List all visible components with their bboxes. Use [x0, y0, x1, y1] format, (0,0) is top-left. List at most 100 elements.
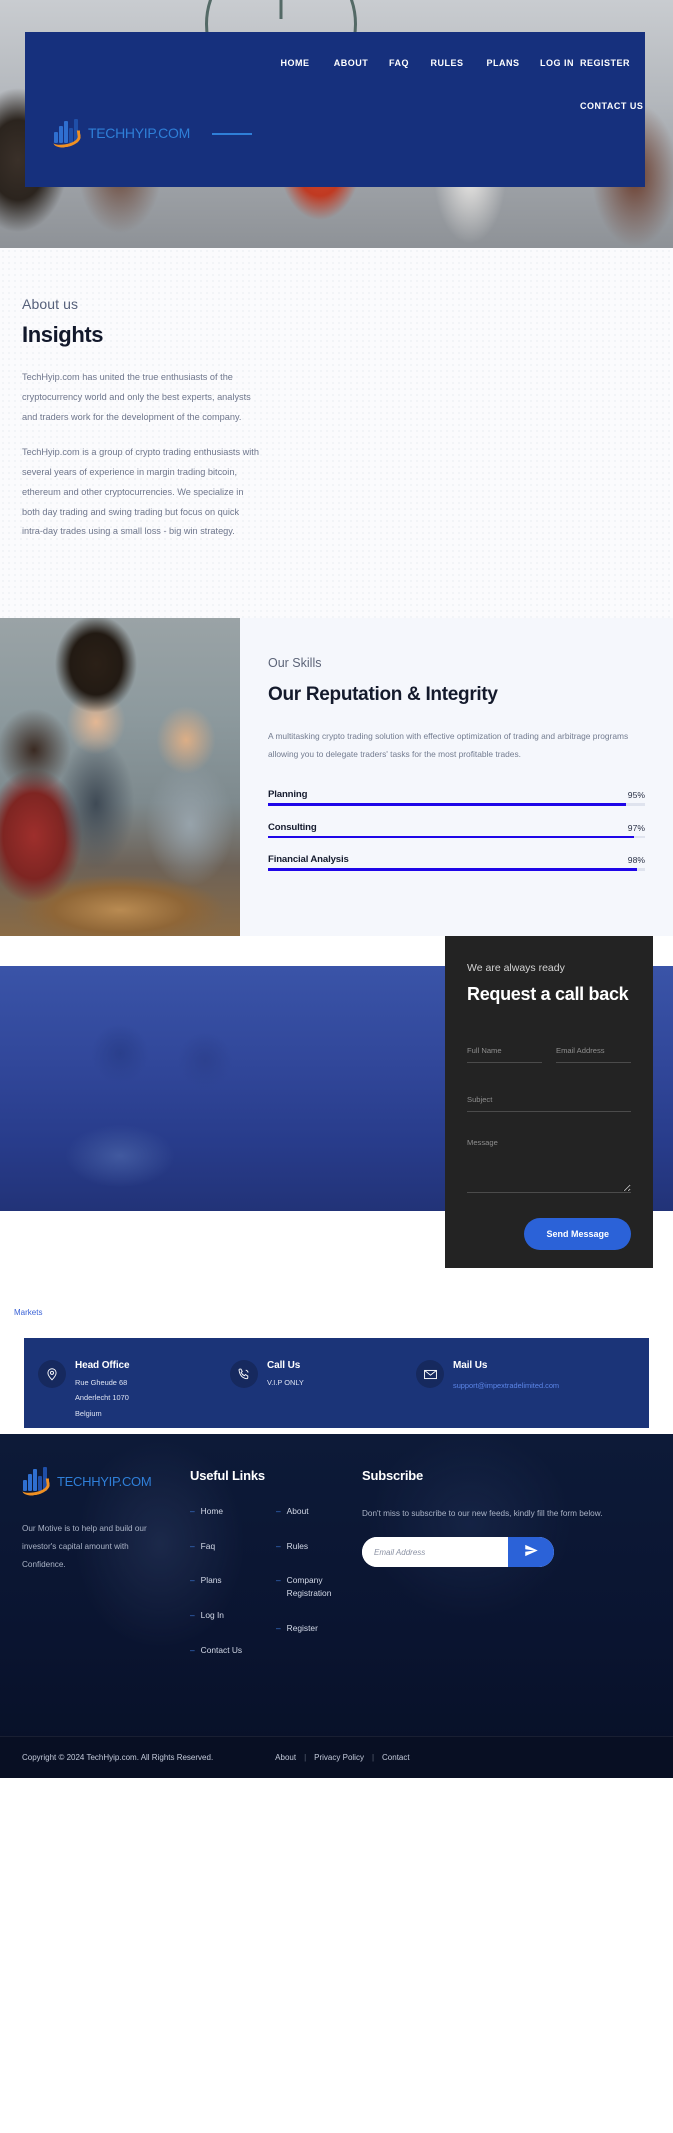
copyright-separator: |: [304, 1753, 307, 1763]
nav-item-plans[interactable]: PLANS: [475, 42, 531, 85]
contact-info-wrap: Head Office Rue Gheude 68 Anderlecht 107…: [0, 1338, 673, 1435]
copyright-link-privacy-policy[interactable]: Privacy Policy: [314, 1753, 364, 1762]
dash-bullet-icon: –: [276, 1622, 281, 1633]
footer-link-about[interactable]: – About: [276, 1505, 352, 1518]
footer-link-label: Plans: [200, 1575, 222, 1586]
location-pin-icon: [38, 1360, 66, 1389]
nav-item-register[interactable]: REGISTER: [571, 42, 630, 85]
about-insights-section: About us Insights TechHyip.com has unite…: [0, 248, 673, 619]
nav-item-rules[interactable]: RULES: [419, 42, 475, 85]
subject-field-wrap: [467, 1089, 631, 1113]
useful-links-grid: – Home – Faq – Plans – Log In – Contact Us – A…: [190, 1505, 352, 1678]
call-us-text: Call Us V.I.P ONLY: [267, 1360, 304, 1390]
full-name-input[interactable]: [467, 1046, 542, 1064]
dash-bullet-icon: –: [190, 1506, 195, 1517]
skill-track: [268, 868, 645, 871]
copyright-link-contact[interactable]: Contact: [382, 1753, 410, 1762]
footer-link-contact-us[interactable]: – Contact Us: [190, 1644, 266, 1657]
nav-item-log-in[interactable]: LOG IN: [531, 42, 574, 85]
head-office-line-1: Rue Gheude 68: [75, 1378, 128, 1388]
skill-progress-planning: Planning 95%: [268, 789, 645, 806]
subscribe-email-input[interactable]: [362, 1537, 508, 1568]
footer-about-text: Our Motive is to help and build our inve…: [22, 1524, 147, 1570]
callback-name-email-row: [467, 1040, 631, 1064]
chart-bars-logo-icon: [21, 1467, 52, 1498]
markets-strip: Markets: [0, 1276, 673, 1339]
contact-call-us: Call Us V.I.P ONLY: [230, 1360, 416, 1390]
brand-logo[interactable]: TECHHYIP.COM: [25, 32, 252, 149]
nav-item-faq[interactable]: FAQ: [379, 42, 419, 85]
contact-head-office: Head Office Rue Gheude 68 Anderlecht 107…: [38, 1360, 230, 1421]
skills-eyebrow: Our Skills: [268, 656, 322, 671]
subscribe-heading: Subscribe: [362, 1468, 424, 1484]
footer-link-rules[interactable]: – Rules: [276, 1540, 352, 1553]
send-message-button[interactable]: Send Message: [524, 1218, 631, 1251]
mail-us-address-link[interactable]: support@impextradelimited.com: [453, 1381, 559, 1390]
footer-link-register[interactable]: – Register: [276, 1622, 352, 1635]
brand-name: TECHHYIP.COM: [88, 125, 190, 141]
contact-mail-us: Mail Us support@impextradelimited.com: [416, 1360, 635, 1393]
copyright-separator: |: [371, 1753, 375, 1763]
phone-icon: [230, 1360, 258, 1389]
footer-brand-logo[interactable]: TECHHYIP.COM: [21, 1467, 180, 1498]
skill-track: [268, 803, 645, 806]
subscribe-submit-button[interactable]: [508, 1537, 554, 1568]
copyright-link-about[interactable]: About: [275, 1753, 296, 1762]
footer-link-label: Rules: [286, 1540, 309, 1551]
footer-brand-name: TECHHYIP.COM: [57, 1473, 152, 1489]
head-office-title: Head Office: [75, 1360, 130, 1372]
email-field-wrap: [556, 1040, 631, 1064]
email-address-input[interactable]: [556, 1046, 631, 1064]
callback-eyebrow: We are always ready: [467, 962, 565, 975]
skill-fill: [268, 803, 627, 806]
footer-columns: TECHHYIP.COM Our Motive is to help and b…: [14, 1467, 659, 1678]
site-footer: TECHHYIP.COM Our Motive is to help and b…: [0, 1434, 673, 1779]
skill-label: Consulting: [268, 821, 317, 833]
about-paragraph-2: TechHyip.com is a group of crypto tradin…: [22, 447, 259, 537]
skill-label: Planning: [268, 789, 308, 801]
about-eyebrow: About us: [22, 296, 79, 312]
nav-item-about[interactable]: ABOUT: [323, 42, 379, 85]
skill-track: [268, 835, 645, 839]
nav-item-contact-us[interactable]: CONTACT US: [571, 85, 643, 128]
subject-input[interactable]: [467, 1095, 631, 1113]
main-navigation-bar: TECHHYIP.COM HOME ABOUT FAQ RULES PLANS …: [25, 32, 645, 187]
dash-bullet-icon: –: [276, 1540, 281, 1551]
nav-links-list: HOME ABOUT FAQ RULES PLANS LOG IN REGIST…: [252, 32, 645, 129]
footer-link-company-registration[interactable]: – Company Registration: [276, 1574, 352, 1599]
footer-link-plans[interactable]: – Plans: [190, 1574, 266, 1587]
skill-fill: [268, 835, 634, 839]
footer-link-label: Home: [200, 1506, 224, 1517]
mail-us-title: Mail Us: [453, 1360, 488, 1372]
skills-content: Our Skills Our Reputation & Integrity A …: [240, 618, 673, 936]
subscribe-description: Don't miss to subscribe to our new feeds…: [362, 1509, 603, 1519]
skill-percent: 95%: [627, 790, 645, 801]
copyright-bar: Copyright © 2024 TechHyip.com. All Right…: [0, 1736, 673, 1779]
dash-bullet-icon: –: [190, 1575, 195, 1586]
footer-link-label: Faq: [200, 1540, 216, 1551]
dash-bullet-icon: –: [276, 1506, 281, 1517]
message-field-wrap: [467, 1138, 631, 1198]
nav-item-home[interactable]: HOME: [267, 42, 323, 85]
useful-links-col-1: – Home – Faq – Plans – Log In – Contact Us: [190, 1505, 266, 1678]
footer-link-log-in[interactable]: – Log In: [190, 1609, 266, 1622]
skill-label: Financial Analysis: [268, 854, 349, 866]
footer-subscribe-column: Subscribe Don't miss to subscribe to our…: [362, 1468, 659, 1678]
markets-link[interactable]: Markets: [14, 1308, 42, 1317]
footer-link-faq[interactable]: – Faq: [190, 1540, 266, 1553]
footer-link-label: Log In: [200, 1610, 224, 1621]
paper-plane-icon: [524, 1543, 539, 1561]
brand-underline-divider: [211, 132, 252, 135]
subscribe-form: [362, 1537, 554, 1568]
dash-bullet-icon: –: [276, 1575, 281, 1586]
footer-link-label: About: [286, 1506, 309, 1517]
envelope-icon: [416, 1360, 444, 1389]
call-us-value: V.I.P ONLY: [267, 1378, 304, 1388]
callback-heading: Request a call back: [467, 984, 629, 1005]
footer-link-home[interactable]: – Home: [190, 1505, 266, 1518]
our-skills-section: Our Skills Our Reputation & Integrity A …: [0, 618, 673, 937]
footer-link-label: Contact Us: [200, 1644, 243, 1655]
useful-links-heading: Useful Links: [190, 1468, 265, 1484]
message-textarea[interactable]: [467, 1138, 631, 1194]
request-callback-section: We are always ready Request a call back …: [0, 936, 673, 1277]
